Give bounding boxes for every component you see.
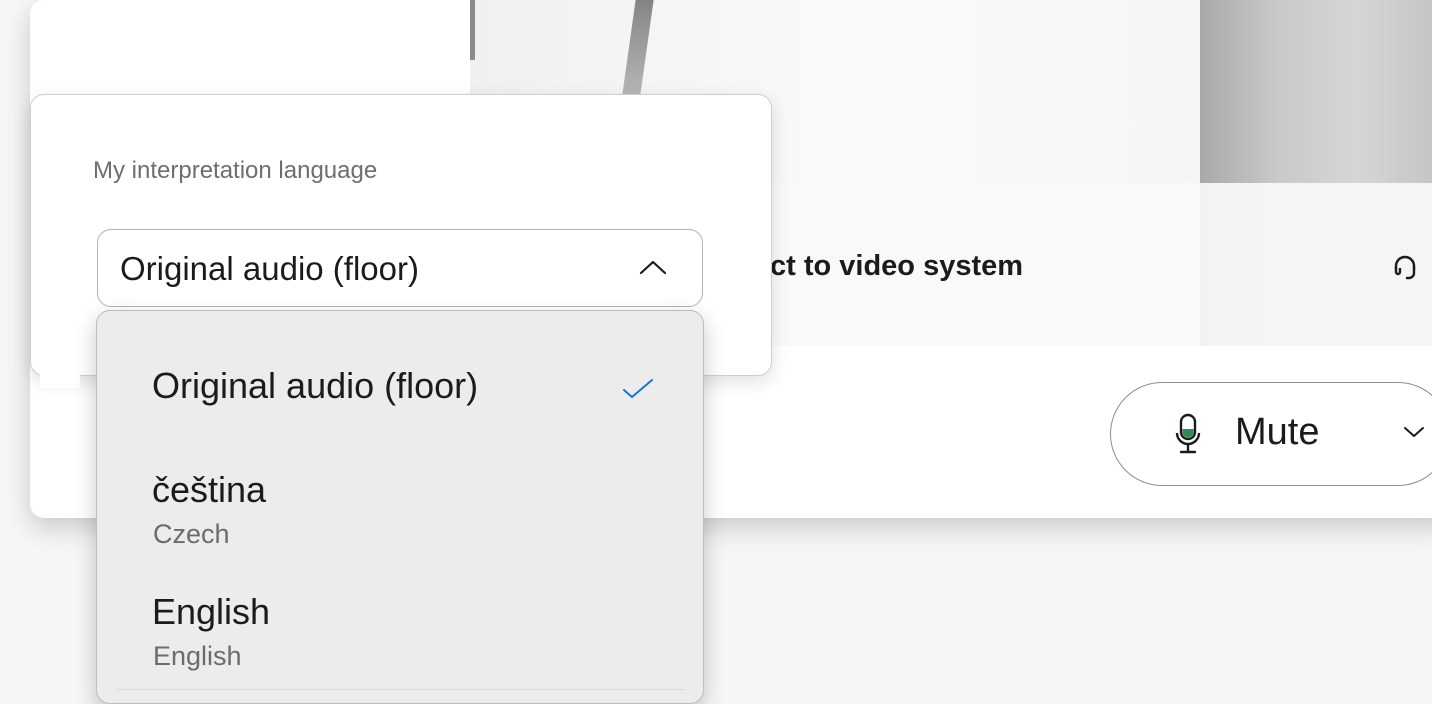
option-primary-label: čeština: [152, 469, 267, 510]
language-select-value: Original audio (floor): [120, 250, 419, 287]
language-option-english[interactable]: English English: [97, 591, 703, 681]
chevron-up-icon: [639, 260, 667, 275]
popup-label: My interpretation language: [93, 157, 378, 184]
headset-icon[interactable]: [1390, 252, 1420, 282]
language-select[interactable]: Original audio (floor): [97, 229, 703, 307]
checkmark-icon: [623, 379, 653, 398]
option-secondary-label: Czech: [153, 519, 230, 549]
option-primary-label: Original audio (floor): [152, 365, 479, 406]
chevron-down-icon[interactable]: [1403, 425, 1425, 439]
microphone-icon: [1175, 413, 1201, 454]
option-secondary-label: English: [153, 641, 242, 671]
language-option-czech[interactable]: čeština Czech: [97, 469, 703, 559]
video-background-detail: [470, 0, 475, 60]
language-option-original-audio[interactable]: Original audio (floor): [97, 365, 703, 425]
popup-pointer: [40, 368, 80, 388]
language-dropdown-list: Original audio (floor) čeština Czech Eng…: [96, 310, 704, 704]
option-primary-label: English: [152, 591, 271, 632]
connect-video-system-button[interactable]: ct to video system: [770, 250, 1023, 283]
stage: ct to video system A Mute: [0, 0, 1432, 704]
video-background-detail: [621, 0, 657, 100]
mute-button[interactable]: Mute: [1110, 382, 1432, 486]
divider: [117, 689, 685, 690]
mute-label: Mute: [1235, 411, 1320, 453]
